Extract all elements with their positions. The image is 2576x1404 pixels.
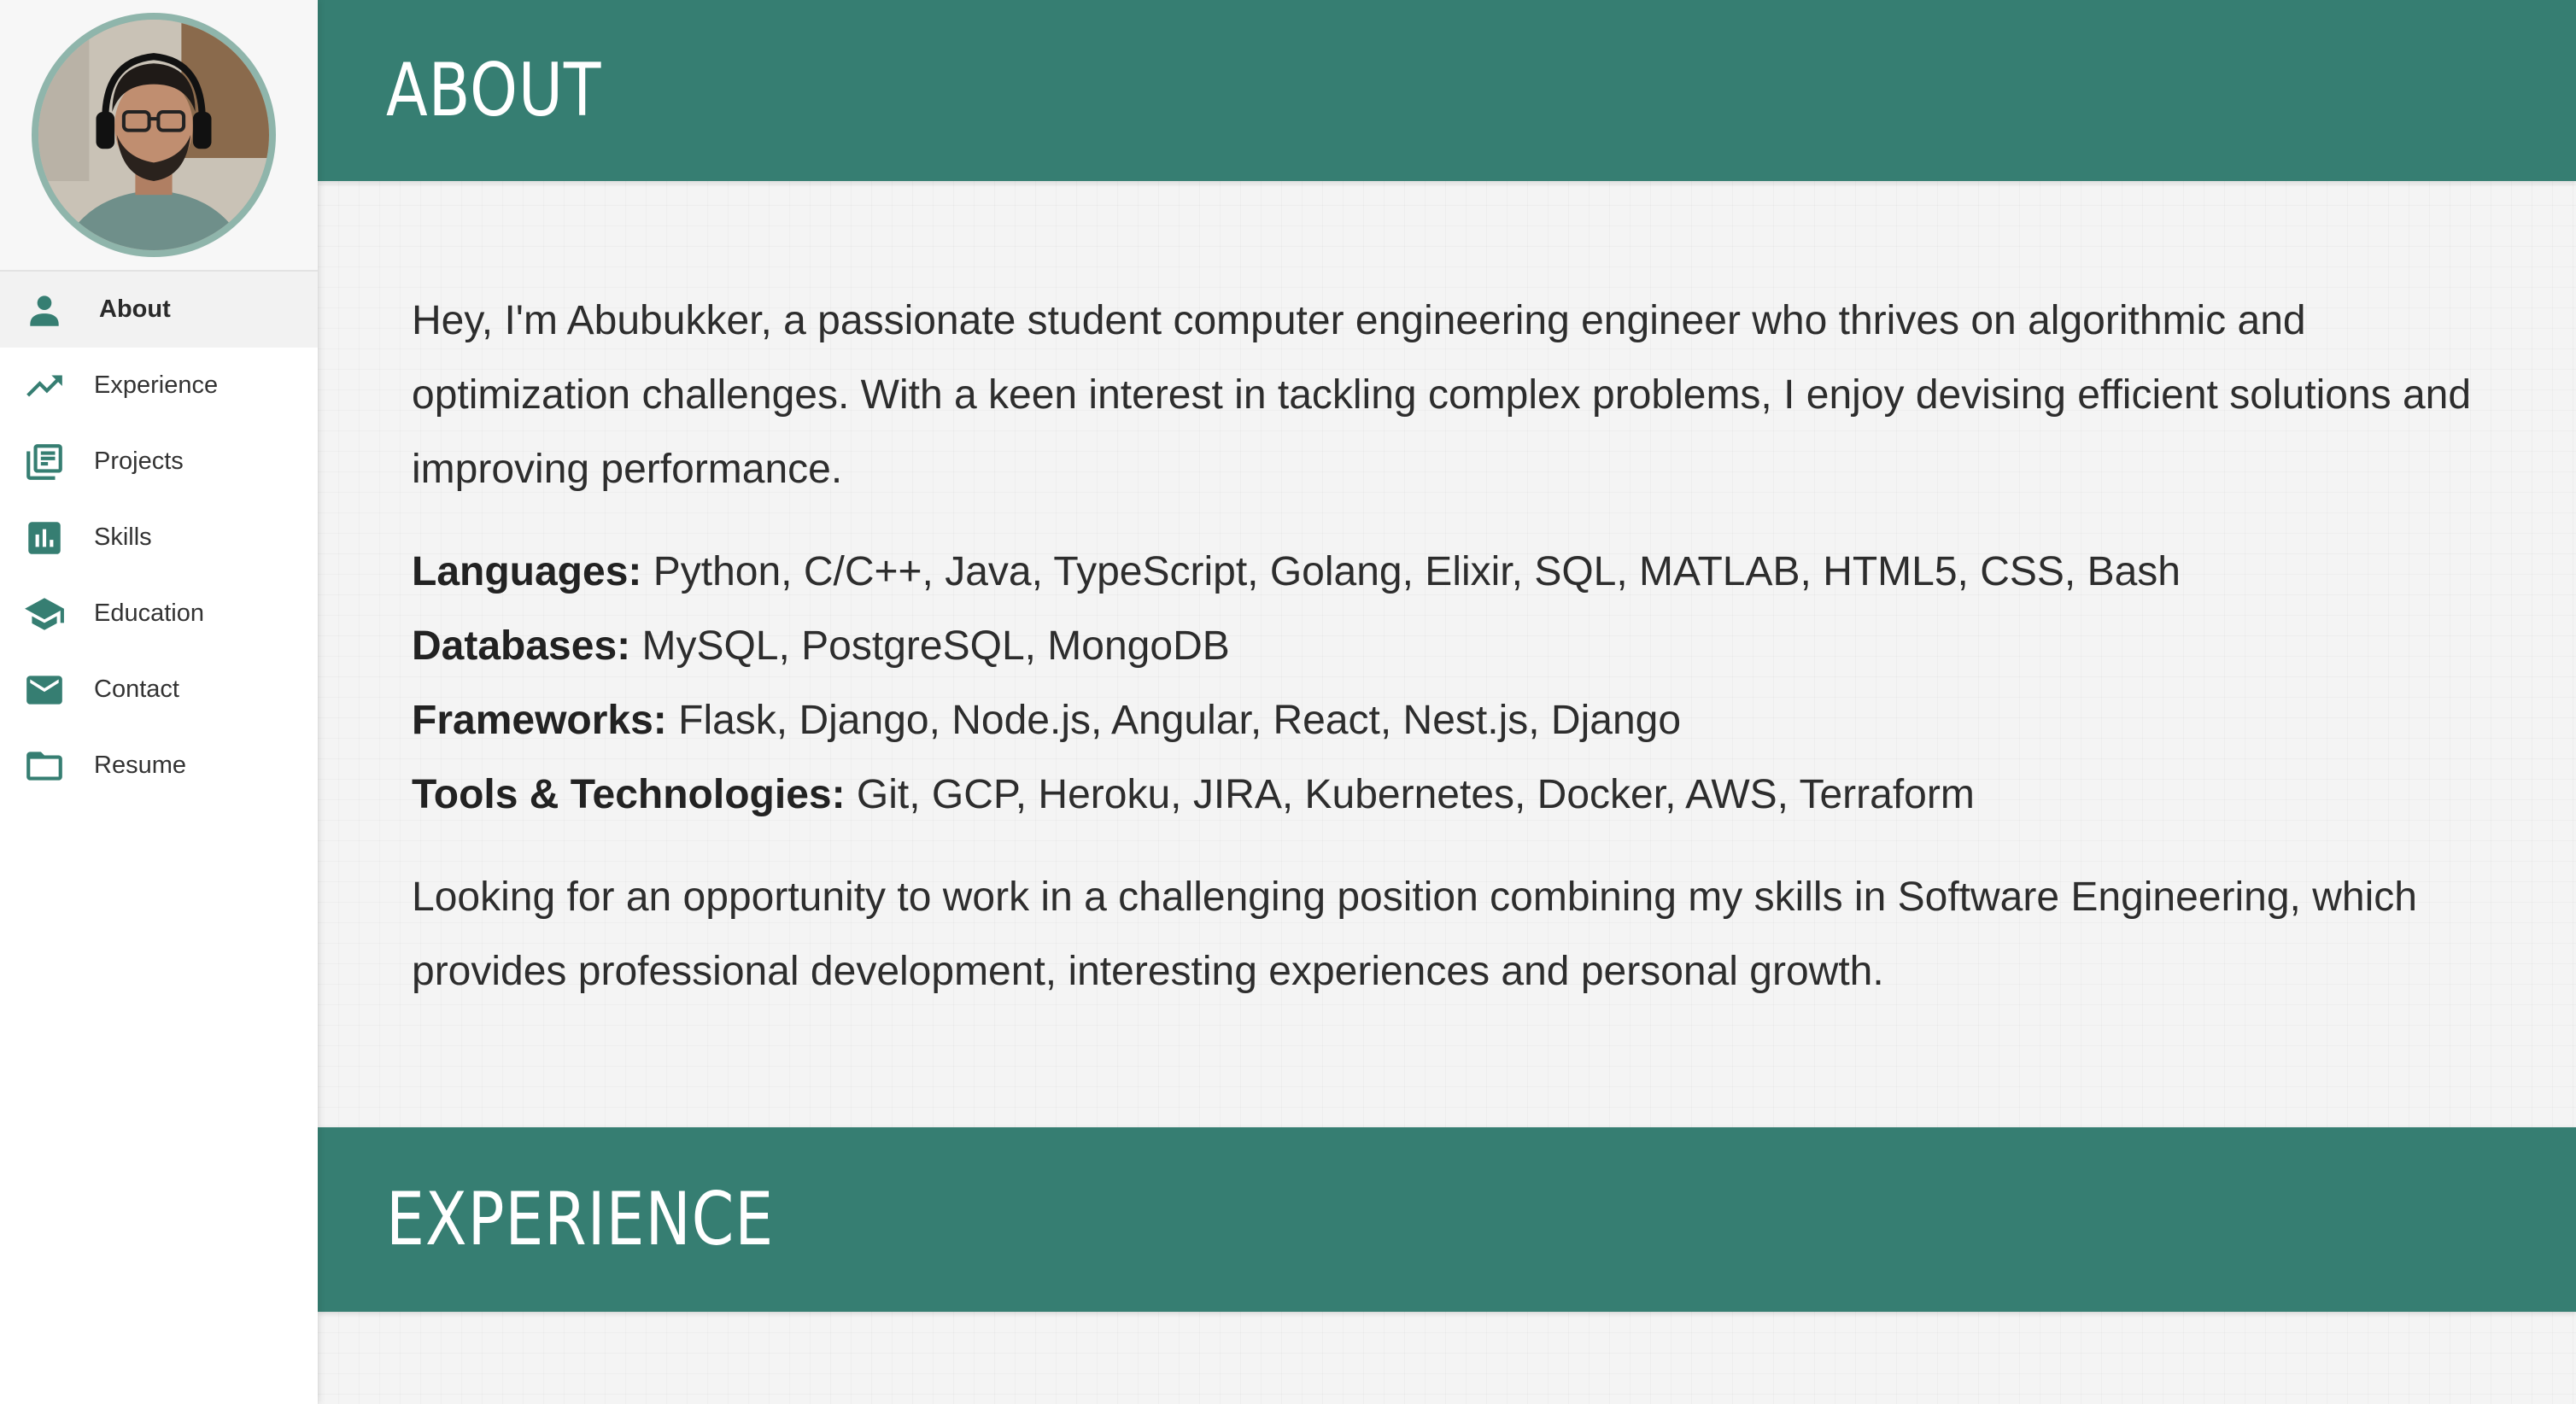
sidebar-item-label: About — [99, 295, 171, 323]
sidebar-item-resume[interactable]: Resume — [0, 728, 318, 804]
main-content: ABOUT Hey, I'm Abubukker, a passionate s… — [318, 0, 2576, 1404]
folder-icon — [21, 743, 67, 789]
skill-line-languages: Languages: Python, C/C++, Java, TypeScri… — [412, 535, 2482, 609]
sidebar-item-contact[interactable]: Contact — [0, 652, 318, 728]
about-closing: Looking for an opportunity to work in a … — [412, 875, 2417, 994]
sidebar-profile — [0, 0, 318, 272]
sidebar-item-label: Experience — [94, 371, 219, 399]
skill-line-frameworks: Frameworks: Flask, Django, Node.js, Angu… — [412, 683, 2482, 758]
sidebar: About Experience Projects Skills Educati… — [0, 0, 318, 1404]
section-title: EXPERIENCE — [386, 1177, 775, 1262]
sidebar-item-label: Education — [94, 600, 204, 627]
skill-value: Flask, Django, Node.js, Angular, React, … — [666, 698, 1682, 743]
school-icon — [21, 591, 67, 637]
skills-list: Languages: Python, C/C++, Java, TypeScri… — [412, 535, 2482, 832]
mail-icon — [21, 667, 67, 713]
sidebar-item-education[interactable]: Education — [0, 576, 318, 652]
trending-up-icon — [21, 363, 67, 409]
avatar — [32, 13, 276, 257]
skill-value: MySQL, PostgreSQL, MongoDB — [630, 623, 1230, 669]
skill-key: Tools & Technologies: — [412, 772, 846, 817]
sidebar-item-about[interactable]: About — [0, 272, 318, 348]
sidebar-item-label: Skills — [94, 524, 152, 551]
sidebar-item-skills[interactable]: Skills — [0, 500, 318, 576]
skill-key: Databases: — [412, 623, 631, 669]
about-section: ABOUT Hey, I'm Abubukker, a passionate s… — [318, 0, 2576, 1127]
experience-header: EXPERIENCE — [318, 1127, 2576, 1312]
experience-section: EXPERIENCE — [318, 1127, 2576, 1312]
about-intro: Hey, I'm Abubukker, a passionate student… — [412, 298, 2472, 492]
about-body: Hey, I'm Abubukker, a passionate student… — [318, 181, 2576, 1127]
sidebar-item-experience[interactable]: Experience — [0, 348, 318, 424]
section-title: ABOUT — [386, 48, 602, 133]
skill-line-tools: Tools & Technologies: Git, GCP, Heroku, … — [412, 758, 2482, 832]
bar-chart-icon — [21, 515, 67, 561]
skill-value: Python, C/C++, Java, TypeScript, Golang,… — [641, 549, 2181, 594]
skill-key: Frameworks: — [412, 698, 667, 743]
skill-value: Git, GCP, Heroku, JIRA, Kubernetes, Dock… — [845, 772, 1975, 817]
skill-line-databases: Databases: MySQL, PostgreSQL, MongoDB — [412, 609, 2482, 683]
skill-key: Languages: — [412, 549, 642, 594]
sidebar-item-label: Projects — [94, 448, 184, 475]
sidebar-item-label: Contact — [94, 676, 179, 703]
avatar-photo — [38, 20, 269, 250]
sidebar-item-projects[interactable]: Projects — [0, 424, 318, 500]
newspaper-icon — [21, 439, 67, 485]
about-header: ABOUT — [318, 0, 2576, 181]
person-icon — [21, 287, 67, 333]
sidebar-nav: About Experience Projects Skills Educati… — [0, 272, 318, 804]
sidebar-item-label: Resume — [94, 752, 186, 779]
